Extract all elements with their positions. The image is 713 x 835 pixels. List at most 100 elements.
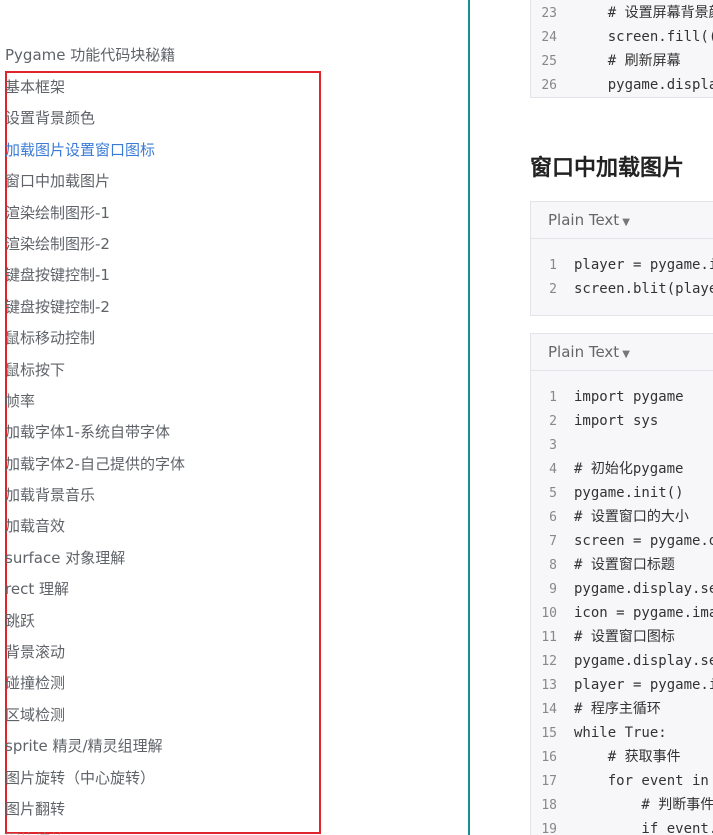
- line-number: 24: [541, 30, 557, 45]
- code-line: 7 screen = pygame.display.set_mode(): [531, 529, 713, 553]
- code-text: screen = pygame.display.set_mode(): [574, 533, 713, 549]
- code-line: 26 pygame.display.flip(): [531, 73, 713, 97]
- toc-item[interactable]: 加载字体1-系统自带字体: [5, 417, 185, 448]
- code-line: 16 # 获取事件: [531, 745, 713, 769]
- line-number: 9: [549, 582, 557, 597]
- toc-item[interactable]: 加载图片设置窗口图标: [5, 135, 185, 166]
- code-text: # 判断事件: [574, 797, 713, 813]
- code-text: if event.type == pygame.QUIT:: [641, 821, 713, 835]
- toc-item[interactable]: rect 理解: [5, 574, 185, 605]
- line-number: 25: [541, 54, 557, 69]
- line-number: 12: [541, 654, 557, 669]
- code-line: 2 import sys: [531, 409, 713, 433]
- toc-item[interactable]: 背景滚动: [5, 637, 185, 668]
- line-number: 15: [541, 726, 557, 741]
- toc-item[interactable]: 碰撞检测: [5, 668, 185, 699]
- code-text: # 设置屏幕背景颜色: [607, 5, 713, 21]
- toc-item[interactable]: 渲染绘制图形-2: [5, 229, 185, 260]
- line-number: 4: [549, 462, 557, 477]
- code-text: import sys: [574, 413, 659, 429]
- code-language-label: Plain Text: [548, 343, 620, 361]
- toc-list: 基本框架 设置背景颜色 加载图片设置窗口图标 窗口中加载图片 渲染绘制图形-1 渲染绘制图…: [5, 72, 185, 835]
- code-lines: 1 import pygame 2 import sys 3 4 # 初始化pygame 5 p…: [531, 371, 713, 835]
- code-text: player = pygame.image.load(): [574, 677, 713, 693]
- toc-item[interactable]: 加载音效: [5, 511, 185, 542]
- line-number: 7: [549, 534, 557, 549]
- toc-item[interactable]: 鼠标按下: [5, 355, 185, 386]
- code-line: 9 pygame.display.set_caption(): [531, 577, 713, 601]
- code-text: # 刷新屏幕: [574, 53, 681, 69]
- toc-item[interactable]: 加载背景音乐: [5, 480, 185, 511]
- code-text: # 获取事件: [574, 749, 681, 765]
- code-line: 6 # 设置窗口的大小: [531, 505, 713, 529]
- code-line: 24 screen.fill((255, 255, 255)): [531, 25, 713, 49]
- line-number: 13: [541, 678, 557, 693]
- toc-item[interactable]: 基本框架: [5, 72, 185, 103]
- toc-item[interactable]: surface 对象理解: [5, 543, 185, 574]
- code-block-1: Plain Text▼ 1 player = pygame.image.load(…: [530, 201, 713, 316]
- line-number: 17: [541, 774, 557, 789]
- code-text: # 初始化pygame: [574, 461, 684, 477]
- code-line: 1 import pygame: [531, 385, 713, 409]
- code-line: 14 # 程序主循环: [531, 697, 713, 721]
- toc-item[interactable]: 加载字体2-自己提供的字体: [5, 449, 185, 480]
- code-text: pygame.init(): [574, 485, 684, 501]
- document-content: 23 # 设置屏幕背景颜色24 screen.fill((255, 255, 2…: [470, 0, 713, 835]
- line-number: 1: [549, 258, 557, 273]
- code-line: 18 # 判断事件: [531, 793, 713, 817]
- toc-item[interactable]: sprite 精灵/精灵组理解: [5, 731, 185, 762]
- code-text: # 程序主循环: [574, 701, 661, 717]
- code-text: screen.blit(player, (0, 0)): [574, 281, 713, 297]
- toc-item[interactable]: 图片旋转（中心旋转）: [5, 763, 185, 794]
- code-line: 1 player = pygame.image.load(): [531, 253, 713, 277]
- line-number: 2: [549, 414, 557, 429]
- code-language-selector[interactable]: Plain Text ▼: [531, 334, 713, 371]
- code-text: player = pygame.image.load(): [574, 257, 713, 273]
- code-text: while True:: [574, 725, 667, 741]
- code-text: # 设置窗口标题: [574, 557, 675, 573]
- caret-down-icon: ▼: [622, 217, 630, 228]
- code-text: icon = pygame.image.load(): [574, 605, 713, 621]
- line-number: 8: [549, 558, 557, 573]
- toc-item[interactable]: 跳跃: [5, 606, 185, 637]
- code-line: 13 player = pygame.image.load(): [531, 673, 713, 697]
- line-number: 26: [541, 78, 557, 93]
- code-line: 23 # 设置屏幕背景颜色: [531, 1, 713, 25]
- line-number: 10: [541, 606, 557, 621]
- toc-title[interactable]: Pygame 功能代码块秘籍: [5, 44, 175, 65]
- code-language-selector[interactable]: Plain Text ▼: [531, 202, 713, 239]
- caret-down-icon: ▼: [622, 349, 630, 360]
- toc-item[interactable]: 帧率: [5, 386, 185, 417]
- code-text: screen.fill((255, 255, 255)): [607, 29, 713, 45]
- line-number: 23: [541, 6, 557, 21]
- code-block-2: Plain Text ▼ 1 import pygame 2 import sys 3 4 #…: [530, 333, 713, 835]
- code-line: 10 icon = pygame.image.load(): [531, 601, 713, 625]
- code-line: 17 for event in pygame.event.get():: [531, 769, 713, 793]
- code-line: 5 pygame.init(): [531, 481, 713, 505]
- line-number: 11: [541, 630, 557, 645]
- toc-item[interactable]: 鼠标移动控制: [5, 323, 185, 354]
- toc-item[interactable]: 键盘按键控制-2: [5, 292, 185, 323]
- line-number: 6: [549, 510, 557, 525]
- toc-item[interactable]: 图片翻转: [5, 794, 185, 825]
- code-line: 11 # 设置窗口图标: [531, 625, 713, 649]
- toc-item[interactable]: 图片缩放: [5, 825, 185, 835]
- code-line: 19 if event.type == pygame.QUIT:: [531, 817, 713, 835]
- code-text: import pygame: [574, 389, 684, 405]
- code-lines: 23 # 设置屏幕背景颜色24 screen.fill((255, 255, 2…: [531, 0, 713, 97]
- code-line: 15 while True:: [531, 721, 713, 745]
- toc-item[interactable]: 渲染绘制图形-1: [5, 198, 185, 229]
- line-number: 19: [541, 822, 557, 835]
- line-number: 18: [541, 798, 557, 813]
- code-language-label: Plain Text: [548, 211, 620, 229]
- toc-item[interactable]: 窗口中加载图片: [5, 166, 185, 197]
- toc-item[interactable]: 区域检测: [5, 700, 185, 731]
- section-heading: 窗口中加载图片: [530, 156, 685, 181]
- toc-item[interactable]: 键盘按键控制-1: [5, 260, 185, 291]
- line-number: 2: [549, 282, 557, 297]
- code-text: # 设置窗口的大小: [574, 509, 689, 525]
- code-text: pygame.display.set_caption(): [574, 581, 713, 597]
- toc-item[interactable]: 设置背景颜色: [5, 103, 185, 134]
- code-text: pygame.display.flip(): [607, 77, 713, 93]
- toc-panel: Pygame 功能代码块秘籍 基本框架 设置背景颜色 加载图片设置窗口图标 窗口中加载…: [0, 0, 468, 835]
